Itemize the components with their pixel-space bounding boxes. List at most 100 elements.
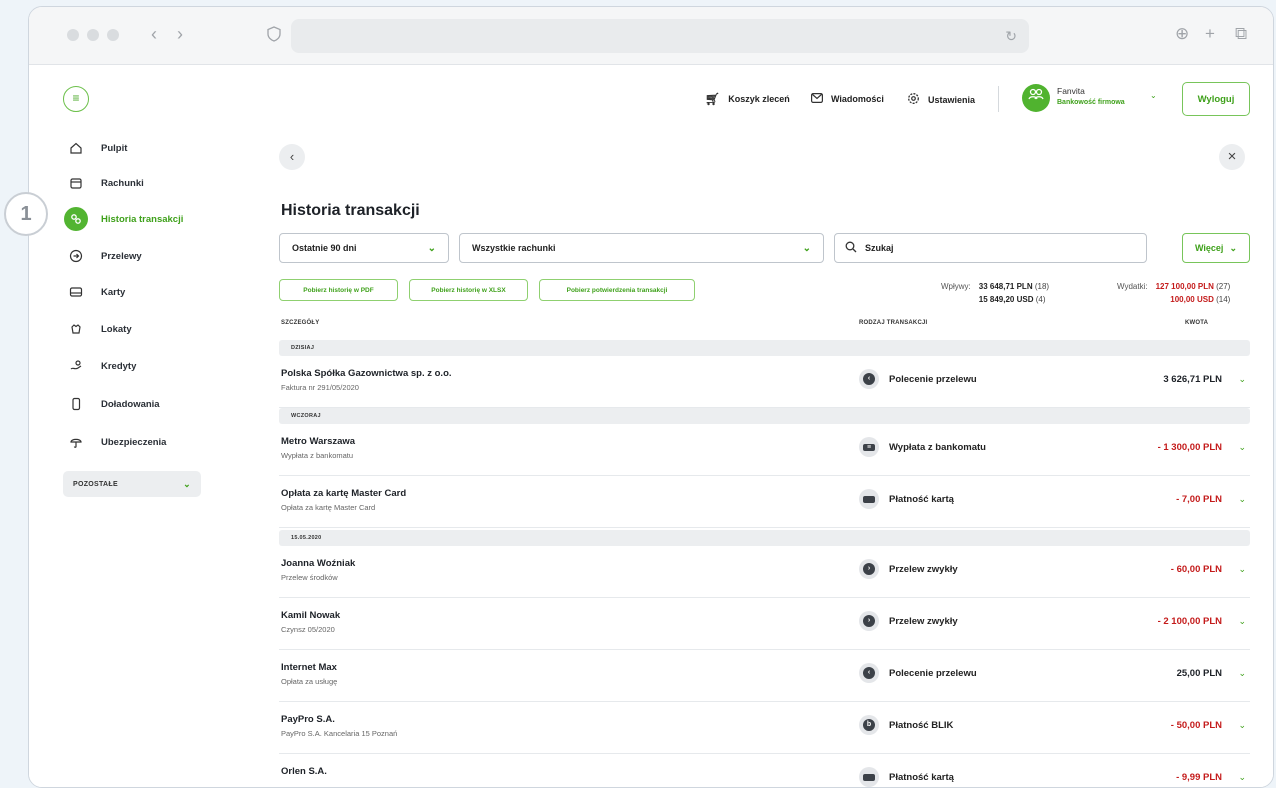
arrow-left-icon: ‹ bbox=[859, 369, 879, 389]
sidebar-item-doladowania[interactable]: Doładowania bbox=[65, 392, 160, 416]
transaction-type: Płatność kartą bbox=[859, 767, 954, 787]
umbrella-icon bbox=[65, 431, 87, 453]
chevron-down-icon[interactable]: ⌄ bbox=[1238, 772, 1246, 783]
window-close-dot[interactable] bbox=[67, 29, 79, 41]
transaction-amount: - 9,99 PLN bbox=[1176, 772, 1222, 783]
transaction-row[interactable]: Orlen S.A. Płatność kartą - 9,99 PLN ⌄ bbox=[279, 754, 1250, 787]
chevron-down-icon: ⌄ bbox=[427, 242, 436, 254]
sidebar-item-rachunki[interactable]: Rachunki bbox=[65, 171, 144, 195]
chevron-down-icon[interactable]: ⌄ bbox=[1238, 442, 1246, 453]
transaction-row[interactable]: Joanna Woźniak Przelew środków › Przelew … bbox=[279, 546, 1250, 598]
expense-pln-count: (27) bbox=[1216, 282, 1231, 291]
transaction-type-label: Polecenie przelewu bbox=[889, 373, 977, 385]
date-group-header: 15.05.2020 bbox=[279, 530, 1250, 546]
transaction-row[interactable]: Metro Warszawa Wypłata z bankomatu ≡ Wypł… bbox=[279, 424, 1250, 476]
chevron-down-icon: ⌄ bbox=[1229, 242, 1237, 253]
chevron-down-icon[interactable]: ⌄ bbox=[1238, 668, 1246, 679]
envelope-icon bbox=[811, 92, 824, 106]
transaction-type: b Płatność BLIK bbox=[859, 715, 953, 735]
transaction-row[interactable]: Polska Spółka Gazownictwa sp. z o.o. Fak… bbox=[279, 356, 1250, 408]
company-avatar-icon[interactable] bbox=[1022, 84, 1050, 112]
history-icon bbox=[64, 207, 88, 231]
transaction-name: Orlen S.A. bbox=[281, 766, 327, 777]
more-filters-button[interactable]: Więcej ⌄ bbox=[1182, 233, 1250, 263]
user-context[interactable]: Bankowość firmowa bbox=[1057, 99, 1125, 106]
search-input[interactable] bbox=[865, 243, 1125, 253]
step-badge: 1 bbox=[4, 192, 48, 236]
window-minimize-dot[interactable] bbox=[87, 29, 99, 41]
chevron-down-icon[interactable]: ⌄ bbox=[1238, 564, 1246, 575]
transaction-name: PayPro S.A. bbox=[281, 714, 335, 725]
chevron-down-icon: ⌄ bbox=[183, 478, 191, 489]
blik-icon: b bbox=[859, 715, 879, 735]
sidebar-item-pulpit[interactable]: Pulpit bbox=[65, 136, 127, 160]
piggy-icon bbox=[65, 318, 87, 340]
accounts-select[interactable]: Wszystkie rachunki ⌄ bbox=[459, 233, 824, 263]
settings-link[interactable]: Ustawienia bbox=[907, 92, 975, 108]
top-bar: 🛒︎ Koszyk zleceń Wiadomości Ustawienia F… bbox=[239, 66, 1273, 132]
transaction-type: ‹ Polecenie przelewu bbox=[859, 369, 977, 389]
phone-icon bbox=[65, 393, 87, 415]
home-icon bbox=[65, 137, 87, 159]
download-confirmations-button[interactable]: Pobierz potwierdzenia transakcji bbox=[539, 279, 695, 301]
messages-link[interactable]: Wiadomości bbox=[811, 92, 884, 106]
sidebar-item-ubezpieczenia[interactable]: Ubezpieczenia bbox=[65, 430, 166, 454]
transaction-description: Przelew środków bbox=[281, 573, 338, 582]
search-field[interactable] bbox=[834, 233, 1147, 263]
income-label: Wpływy: bbox=[941, 282, 971, 291]
transaction-name: Metro Warszawa bbox=[281, 436, 356, 447]
transaction-name: Polska Spółka Gazownictwa sp. z o.o. bbox=[281, 368, 452, 379]
sidebar-item-label: Pulpit bbox=[101, 142, 128, 154]
chevron-down-icon: ⌄ bbox=[802, 242, 811, 254]
transaction-type-label: Płatność BLIK bbox=[889, 719, 954, 731]
download-pdf-button[interactable]: Pobierz historię w PDF bbox=[279, 279, 398, 301]
transaction-row[interactable]: Internet Max Opłata za usługę ‹ Polecenie… bbox=[279, 650, 1250, 702]
order-cart-link[interactable]: 🛒︎ Koszyk zleceń bbox=[705, 92, 790, 106]
card-icon bbox=[65, 281, 87, 303]
period-select[interactable]: Ostatnie 90 dni ⌄ bbox=[279, 233, 449, 263]
transaction-description: PayPro S.A. Kancelaria 15 Poznań bbox=[281, 729, 398, 738]
back-arrow-icon[interactable]: ‹ bbox=[151, 22, 157, 46]
sidebar-item-label: Ubezpieczenia bbox=[101, 436, 167, 448]
transaction-row[interactable]: PayPro S.A. PayPro S.A. Kancelaria 15 Po… bbox=[279, 702, 1250, 754]
tabs-overview-icon[interactable]: ⧉ bbox=[1235, 22, 1247, 46]
new-tab-icon[interactable]: + bbox=[1205, 22, 1215, 46]
chevron-down-icon[interactable]: ⌄ bbox=[1238, 616, 1246, 627]
logout-button[interactable]: Wyloguj bbox=[1182, 82, 1250, 116]
sidebar-item-lokaty[interactable]: Lokaty bbox=[65, 317, 132, 341]
sidebar-item-label: Kredyty bbox=[101, 360, 137, 372]
chevron-down-icon[interactable]: ⌄ bbox=[1238, 720, 1246, 731]
transaction-description: Opłata za kartę Master Card bbox=[281, 503, 376, 512]
address-bar[interactable]: ↻ bbox=[291, 19, 1029, 53]
download-xlsx-button[interactable]: Pobierz historię w XLSX bbox=[409, 279, 528, 301]
transaction-description: Opłata za usługę bbox=[281, 677, 338, 686]
banking-app: ≡ Pulpit Rachunki Historia transakcji Pr… bbox=[29, 66, 1273, 787]
wallet-icon bbox=[65, 172, 87, 194]
transaction-type-label: Przelew zwykły bbox=[889, 563, 958, 575]
transaction-row[interactable]: Opłata za kartę Master Card Opłata za ka… bbox=[279, 476, 1250, 528]
menu-icon[interactable]: ≡ bbox=[63, 86, 89, 112]
download-icon[interactable]: ⊕ bbox=[1175, 22, 1189, 46]
sidebar-item-przelewy[interactable]: Przelewy bbox=[65, 244, 142, 268]
sidebar-item-historia[interactable]: Historia transakcji bbox=[64, 207, 183, 231]
window-maximize-dot[interactable] bbox=[107, 29, 119, 41]
transaction-row[interactable]: Kamil Nowak Czynsz 05/2020 › Przelew zwyk… bbox=[279, 598, 1250, 650]
user-name[interactable]: Fanvita bbox=[1057, 86, 1085, 96]
chevron-down-icon[interactable]: ⌄ bbox=[1238, 494, 1246, 505]
other-section-toggle[interactable]: POZOSTAŁE ⌄ bbox=[63, 471, 201, 497]
chevron-down-icon[interactable]: ⌄ bbox=[1150, 91, 1157, 100]
sidebar-item-karty[interactable]: Karty bbox=[65, 280, 125, 304]
transaction-name: Opłata za kartę Master Card bbox=[281, 488, 407, 499]
settings-label: Ustawienia bbox=[928, 95, 976, 105]
reload-icon[interactable]: ↻ bbox=[1005, 28, 1017, 45]
arrow-right-icon: › bbox=[859, 559, 879, 579]
sidebar-item-kredyty[interactable]: Kredyty bbox=[65, 354, 136, 378]
income-summary: Wpływy: 33 648,71 PLN (18) 15 849,20 USD… bbox=[941, 280, 1049, 306]
back-button[interactable]: ‹ bbox=[279, 144, 305, 170]
forward-arrow-icon[interactable]: › bbox=[177, 22, 183, 46]
other-section-label: POZOSTAŁE bbox=[73, 480, 118, 488]
chevron-down-icon[interactable]: ⌄ bbox=[1238, 374, 1246, 385]
browser-chrome: ‹ › ↻ ⊕ + ⧉ bbox=[29, 7, 1273, 65]
date-group-header: DZISIAJ bbox=[279, 340, 1250, 356]
close-button[interactable]: × bbox=[1219, 144, 1245, 170]
